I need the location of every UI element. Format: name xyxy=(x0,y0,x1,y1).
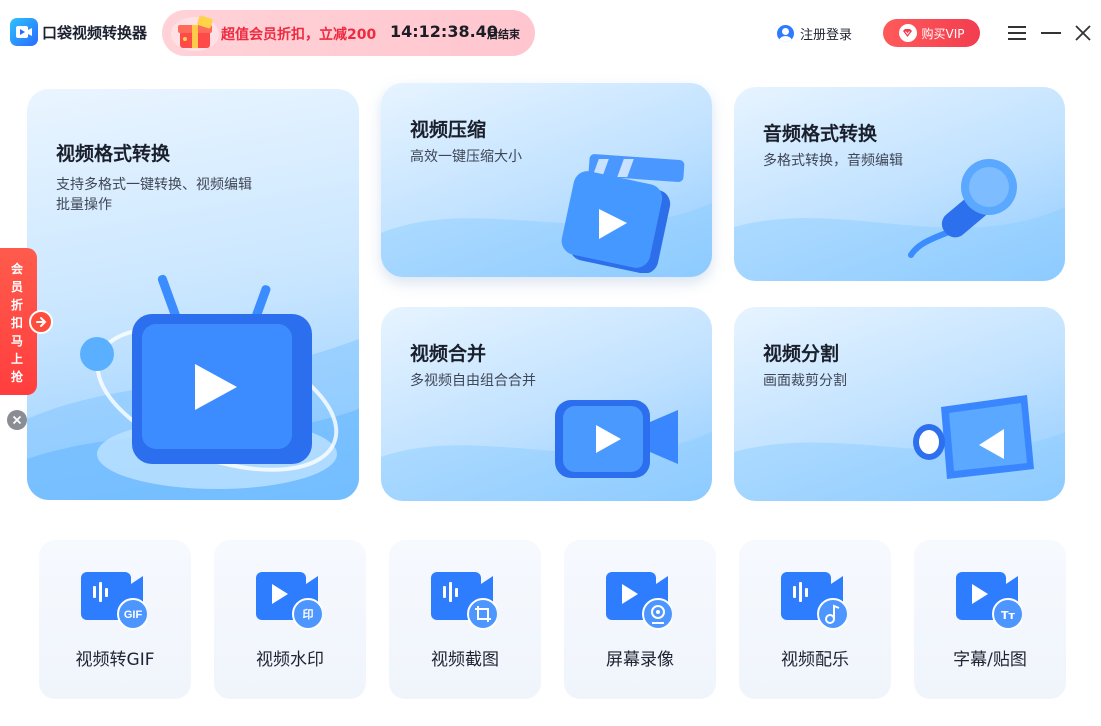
subtitle-badge-text: Tт xyxy=(1001,609,1016,622)
login-label: 注册登录 xyxy=(800,28,853,43)
menu-icon[interactable] xyxy=(1006,22,1028,44)
title-bar: 口袋视频转换器 超值会员折扣，立减200 14:12:38.40 后结束 注册登… xyxy=(0,0,1101,66)
card-title: 视频格式转换 xyxy=(56,143,171,165)
side-promo-text: 会员折扣马上抢 xyxy=(10,262,23,384)
tool-screen-record[interactable]: 屏幕录像 xyxy=(564,540,716,699)
card-subtitle: 画面裁剪分割 xyxy=(763,373,847,389)
video-music-icon xyxy=(781,572,847,630)
tool-label: 视频水印 xyxy=(256,650,324,670)
buy-vip-button[interactable]: 购买VIP xyxy=(883,19,980,47)
user-icon xyxy=(777,25,794,42)
screen-record-icon xyxy=(606,572,672,630)
card-video-format-convert[interactable]: 视频格式转换 支持多格式一键转换、视频编辑 批量操作 xyxy=(27,89,359,500)
tool-video-music[interactable]: 视频配乐 xyxy=(739,540,891,699)
video-crop-icon xyxy=(431,572,497,630)
video-gif-icon: GIF xyxy=(81,572,147,630)
promo-countdown: 14:12:38.40 xyxy=(390,22,498,41)
card-title: 视频分割 xyxy=(763,343,840,365)
card-title: 视频合并 xyxy=(410,343,487,365)
card-video-compress[interactable]: 视频压缩 高效一键压缩大小 xyxy=(381,83,712,277)
tool-video-watermark[interactable]: 印 视频水印 xyxy=(214,540,366,699)
tool-video-to-gif[interactable]: GIF 视频转GIF xyxy=(39,540,191,699)
card-subtitle: 支持多格式一键转换、视频编辑 批量操作 xyxy=(56,175,252,215)
arrow-right-icon[interactable] xyxy=(29,310,53,334)
tool-label: 视频配乐 xyxy=(781,650,849,670)
tv-play-icon xyxy=(80,274,339,489)
app-title: 口袋视频转换器 xyxy=(42,24,148,42)
close-icon[interactable] xyxy=(1072,22,1094,44)
card-subtitle-line2: 批量操作 xyxy=(56,197,112,213)
clapperboard-play-icon xyxy=(561,154,685,273)
app-logo-icon xyxy=(10,18,38,46)
tool-subtitle-sticker[interactable]: Tт 字幕/贴图 xyxy=(914,540,1066,699)
close-promo-icon[interactable] xyxy=(7,410,27,430)
promo-suffix: 后结束 xyxy=(487,28,520,41)
tool-video-screenshot[interactable]: 视频截图 xyxy=(389,540,541,699)
vip-label: 购买VIP xyxy=(921,26,965,41)
video-watermark-icon: 印 xyxy=(256,572,322,630)
card-subtitle-line1: 支持多格式一键转换、视频编辑 xyxy=(56,177,252,193)
tool-label: 视频截图 xyxy=(431,650,499,670)
card-video-merge[interactable]: 视频合并 多视频自由组合合并 xyxy=(381,307,712,501)
subtitle-sticker-icon: Tт xyxy=(956,572,1022,630)
card-subtitle: 高效一键压缩大小 xyxy=(410,149,522,165)
tool-label: 视频转GIF xyxy=(75,650,155,670)
login-button[interactable]: 注册登录 xyxy=(777,24,852,43)
watermark-badge-text: 印 xyxy=(303,608,314,621)
gif-badge-text: GIF xyxy=(124,609,143,621)
vip-diamond-icon xyxy=(898,24,917,42)
card-subtitle: 多格式转换，音频编辑 xyxy=(763,153,903,169)
microphone-icon xyxy=(908,159,1017,258)
card-title: 视频压缩 xyxy=(410,119,487,141)
card-title: 音频格式转换 xyxy=(763,123,878,145)
card-video-split[interactable]: 视频分割 画面裁剪分割 xyxy=(734,307,1065,501)
promo-banner[interactable]: 超值会员折扣，立减200 14:12:38.40 xyxy=(162,10,535,56)
video-camera-play-icon xyxy=(555,400,678,478)
card-audio-format-convert[interactable]: 音频格式转换 多格式转换，音频编辑 xyxy=(734,87,1065,281)
tool-label: 字幕/贴图 xyxy=(953,650,1027,670)
tool-label: 屏幕录像 xyxy=(606,650,674,670)
promo-text: 超值会员折扣，立减200 xyxy=(221,27,377,43)
card-subtitle: 多视频自由组合合并 xyxy=(410,373,536,389)
projector-icon xyxy=(913,395,1034,479)
gift-box-icon xyxy=(171,15,219,51)
minimize-icon[interactable] xyxy=(1040,22,1062,44)
